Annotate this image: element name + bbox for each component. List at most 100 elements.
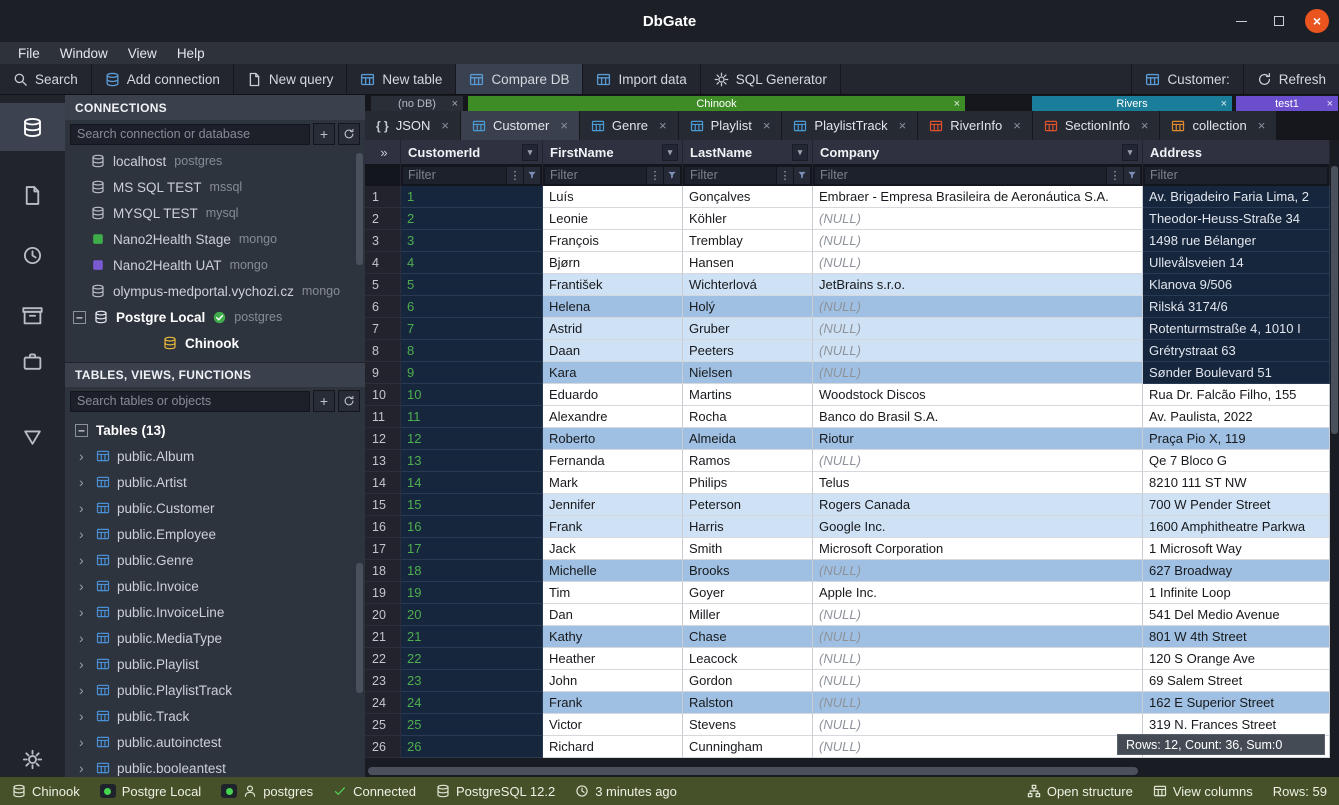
grid-cell[interactable]: (NULL): [813, 318, 1143, 340]
tab-genre[interactable]: Genre×: [580, 111, 679, 140]
grid-cell[interactable]: Embraer - Empresa Brasileira de Aeronáut…: [813, 186, 1143, 208]
grid-cell[interactable]: Peterson: [683, 494, 813, 516]
grid-cell[interactable]: Gonçalves: [683, 186, 813, 208]
filter-funnel-button[interactable]: [794, 167, 810, 184]
column-header-customerid[interactable]: CustomerId▾: [401, 140, 543, 164]
grid-cell[interactable]: Rocha: [683, 406, 813, 428]
grid-cell[interactable]: 1: [401, 186, 543, 208]
menu-view[interactable]: View: [118, 44, 167, 63]
table-row[interactable]: 44BjørnHansen(NULL)Ullevålsveien 14: [365, 252, 1330, 274]
grid-cell[interactable]: Fernanda: [543, 450, 683, 472]
grid-cell[interactable]: Ramos: [683, 450, 813, 472]
tab-customer[interactable]: Customer×: [461, 111, 580, 140]
horizontal-scrollbar[interactable]: [365, 765, 1330, 777]
table-item[interactable]: ›public.autoinctest: [65, 729, 365, 755]
row-number[interactable]: 22: [365, 648, 401, 670]
close-icon[interactable]: ×: [1013, 118, 1021, 133]
horizontal-scrollbar-thumb[interactable]: [368, 767, 1138, 775]
close-icon[interactable]: ×: [1221, 98, 1227, 110]
grid-cell[interactable]: (NULL): [813, 296, 1143, 318]
row-number[interactable]: 16: [365, 516, 401, 538]
table-item[interactable]: ›public.Track: [65, 703, 365, 729]
row-number[interactable]: 7: [365, 318, 401, 340]
vertical-scrollbar-thumb[interactable]: [1331, 166, 1338, 434]
grid-cell[interactable]: 7: [401, 318, 543, 340]
grid-cell[interactable]: Philips: [683, 472, 813, 494]
table-item[interactable]: ›public.Album: [65, 443, 365, 469]
chevron-down-icon[interactable]: ▾: [662, 144, 678, 161]
grid-cell[interactable]: Ralston: [683, 692, 813, 714]
grid-cell[interactable]: Chase: [683, 626, 813, 648]
grid-cell[interactable]: Harris: [683, 516, 813, 538]
grid-cell[interactable]: (NULL): [813, 252, 1143, 274]
minimize-button[interactable]: [1229, 9, 1253, 33]
menu-help[interactable]: Help: [167, 44, 215, 63]
grid-cell[interactable]: (NULL): [813, 560, 1143, 582]
filter-funnel-button[interactable]: [524, 167, 540, 184]
connection-item[interactable]: MS SQL TESTmssql: [65, 174, 365, 200]
grid-cell[interactable]: (NULL): [813, 604, 1143, 626]
grid-cell[interactable]: Banco do Brasil S.A.: [813, 406, 1143, 428]
grid-cell[interactable]: 21: [401, 626, 543, 648]
tab-group-rivers[interactable]: Rivers×: [1032, 96, 1232, 111]
connection-item[interactable]: –Postgre Localpostgres: [65, 304, 365, 330]
filter-funnel-button[interactable]: [664, 167, 680, 184]
table-row[interactable]: 99KaraNielsen(NULL)Sønder Boulevard 51: [365, 362, 1330, 384]
tab-json[interactable]: { }JSON×: [365, 111, 461, 140]
grid-cell[interactable]: 627 Broadway: [1143, 560, 1330, 582]
chevron-down-icon[interactable]: ▾: [1122, 144, 1138, 161]
grid-cell[interactable]: Smith: [683, 538, 813, 560]
grid-cell[interactable]: Av. Paulista, 2022: [1143, 406, 1330, 428]
refresh-connections-button[interactable]: [338, 123, 360, 145]
grid-cell[interactable]: Victor: [543, 714, 683, 736]
grid-cell[interactable]: Helena: [543, 296, 683, 318]
close-icon[interactable]: ×: [441, 118, 449, 133]
tab-playlist[interactable]: Playlist×: [679, 111, 783, 140]
row-number[interactable]: 20: [365, 604, 401, 626]
close-icon[interactable]: ×: [1141, 118, 1149, 133]
row-number[interactable]: 12: [365, 428, 401, 450]
grid-cell[interactable]: Leonie: [543, 208, 683, 230]
grid-cell[interactable]: Stevens: [683, 714, 813, 736]
filter-input[interactable]: Filter: [545, 167, 646, 184]
grid-cell[interactable]: 22: [401, 648, 543, 670]
add-table-button[interactable]: +: [313, 390, 335, 412]
grid-cell[interactable]: Miller: [683, 604, 813, 626]
row-number[interactable]: 23: [365, 670, 401, 692]
grid-cell[interactable]: Cunningham: [683, 736, 813, 758]
maximize-button[interactable]: [1267, 9, 1291, 33]
grid-cell[interactable]: 3: [401, 230, 543, 252]
grid-cell[interactable]: Ullevålsveien 14: [1143, 252, 1330, 274]
grid-cell[interactable]: 13: [401, 450, 543, 472]
grid-cell[interactable]: Kara: [543, 362, 683, 384]
row-number[interactable]: 21: [365, 626, 401, 648]
grid-cell[interactable]: Klanova 9/506: [1143, 274, 1330, 296]
grid-cell[interactable]: 1 Microsoft Way: [1143, 538, 1330, 560]
chevron-right-icon[interactable]: ›: [79, 734, 89, 750]
grid-cell[interactable]: 8: [401, 340, 543, 362]
table-row[interactable]: 1919TimGoyerApple Inc.1 Infinite Loop: [365, 582, 1330, 604]
grid-cell[interactable]: Luís: [543, 186, 683, 208]
toolbar-search-button[interactable]: Search: [0, 64, 92, 94]
grid-cell[interactable]: Sønder Boulevard 51: [1143, 362, 1330, 384]
grid-cell[interactable]: 5: [401, 274, 543, 296]
add-connection-button[interactable]: +: [313, 123, 335, 145]
toolbar-import-data-button[interactable]: Import data: [583, 64, 700, 94]
chevron-right-icon[interactable]: ›: [79, 552, 89, 568]
grid-cell[interactable]: Goyer: [683, 582, 813, 604]
grid-cell[interactable]: Kathy: [543, 626, 683, 648]
grid-cell[interactable]: Frank: [543, 692, 683, 714]
grid-cell[interactable]: 15: [401, 494, 543, 516]
row-number[interactable]: 10: [365, 384, 401, 406]
grid-cell[interactable]: Rilská 3174/6: [1143, 296, 1330, 318]
row-number[interactable]: 8: [365, 340, 401, 362]
grid-cell[interactable]: Tim: [543, 582, 683, 604]
table-item[interactable]: ›public.Artist: [65, 469, 365, 495]
chevron-right-icon[interactable]: ›: [79, 604, 89, 620]
row-number[interactable]: 3: [365, 230, 401, 252]
table-row[interactable]: 2424FrankRalston(NULL)162 E Superior Str…: [365, 692, 1330, 714]
table-row[interactable]: 1212RobertoAlmeidaRioturPraça Pio X, 119: [365, 428, 1330, 450]
close-icon[interactable]: ×: [1327, 98, 1333, 110]
row-number[interactable]: 4: [365, 252, 401, 274]
toolbar-new-query-button[interactable]: New query: [234, 64, 348, 94]
